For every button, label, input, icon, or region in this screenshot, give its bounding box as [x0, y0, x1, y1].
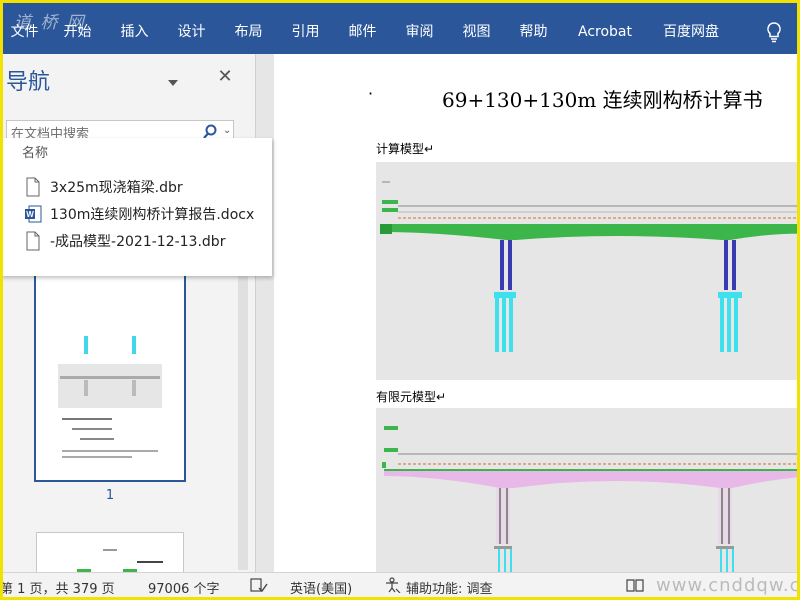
- ribbon: 道 桥 网 文件 开始 插入 设计 布局 引用 邮件 审阅 视图 帮助 Acro…: [0, 0, 800, 54]
- tab-file[interactable]: 文件: [0, 20, 49, 44]
- document-page[interactable]: · 69+130+130m 连续刚构桥计算书 计算模型↵ 有限元模型↵: [274, 54, 800, 572]
- suggestion-item[interactable]: -成品模型-2021-12-13.dbr: [24, 230, 225, 252]
- file-icon: [24, 177, 42, 197]
- tab-design[interactable]: 设计: [163, 20, 220, 44]
- page-thumbnail-1[interactable]: [34, 268, 186, 482]
- word-icon: W: [24, 204, 42, 224]
- page-number: 1: [105, 488, 115, 503]
- tab-home[interactable]: 开始: [49, 20, 106, 44]
- bridge-model-figure: [376, 162, 800, 380]
- svg-text:W: W: [26, 210, 34, 219]
- tab-mailings[interactable]: 邮件: [334, 20, 391, 44]
- language[interactable]: 英语(美国): [290, 578, 352, 597]
- chevron-down-icon[interactable]: [166, 74, 180, 86]
- tab-baidu-netdisk[interactable]: 百度网盘: [648, 20, 734, 44]
- suggestion-item[interactable]: W 130m连续刚构桥计算报告.docx: [24, 203, 254, 225]
- tab-help[interactable]: 帮助: [505, 20, 562, 44]
- tab-acrobat[interactable]: Acrobat: [562, 20, 648, 44]
- figure-caption-1: 计算模型↵: [376, 142, 435, 156]
- accessibility-icon[interactable]: [384, 577, 402, 597]
- tab-references[interactable]: 引用: [277, 20, 334, 44]
- read-mode-icon[interactable]: [626, 576, 644, 598]
- word-count[interactable]: 97006 个字: [148, 578, 220, 597]
- search-options-icon[interactable]: ⌄: [223, 125, 231, 136]
- title-bullet: ·: [368, 84, 374, 103]
- site-watermark: www.cnddqw.com: [656, 575, 800, 596]
- status-bar: 第 1 页，共 379 页 97006 个字 英语(美国) 辅助功能: 调查 w…: [0, 572, 800, 600]
- navigation-pane: 导航 ✕ 在文档中搜索 ⌄ 1: [0, 54, 256, 600]
- close-icon[interactable]: ✕: [214, 66, 236, 87]
- suggestion-label: 3x25m现浇箱梁.dbr: [50, 180, 183, 196]
- lightbulb-icon[interactable]: [763, 20, 785, 44]
- suggestion-item[interactable]: 3x25m现浇箱梁.dbr: [24, 176, 183, 198]
- file-icon: [24, 231, 42, 251]
- proofing-icon[interactable]: [250, 577, 268, 597]
- finite-element-figure: [376, 408, 800, 572]
- popup-header: 名称: [22, 146, 49, 161]
- document-area[interactable]: · 69+130+130m 连续刚构桥计算书 计算模型↵ 有限元模型↵: [256, 54, 800, 572]
- nav-title: 导航: [6, 70, 51, 95]
- ribbon-tabs: 文件 开始 插入 设计 布局 引用 邮件 审阅 视图 帮助 Acrobat 百度…: [0, 20, 734, 44]
- page-info[interactable]: 第 1 页，共 379 页: [0, 578, 115, 597]
- figure-caption-2: 有限元模型↵: [376, 390, 447, 404]
- document-title: 69+130+130m 连续刚构桥计算书: [442, 88, 763, 112]
- tab-view[interactable]: 视图: [448, 20, 505, 44]
- search-suggestions-popup: 名称 3x25m现浇箱梁.dbr W 130m连续刚构桥计算报告.docx -成…: [0, 138, 272, 276]
- accessibility-status[interactable]: 辅助功能: 调查: [406, 578, 493, 597]
- suggestion-label: -成品模型-2021-12-13.dbr: [50, 234, 226, 250]
- tab-insert[interactable]: 插入: [106, 20, 163, 44]
- tab-review[interactable]: 审阅: [391, 20, 448, 44]
- tab-layout[interactable]: 布局: [220, 20, 277, 44]
- suggestion-label: 130m连续刚构桥计算报告.docx: [50, 207, 255, 223]
